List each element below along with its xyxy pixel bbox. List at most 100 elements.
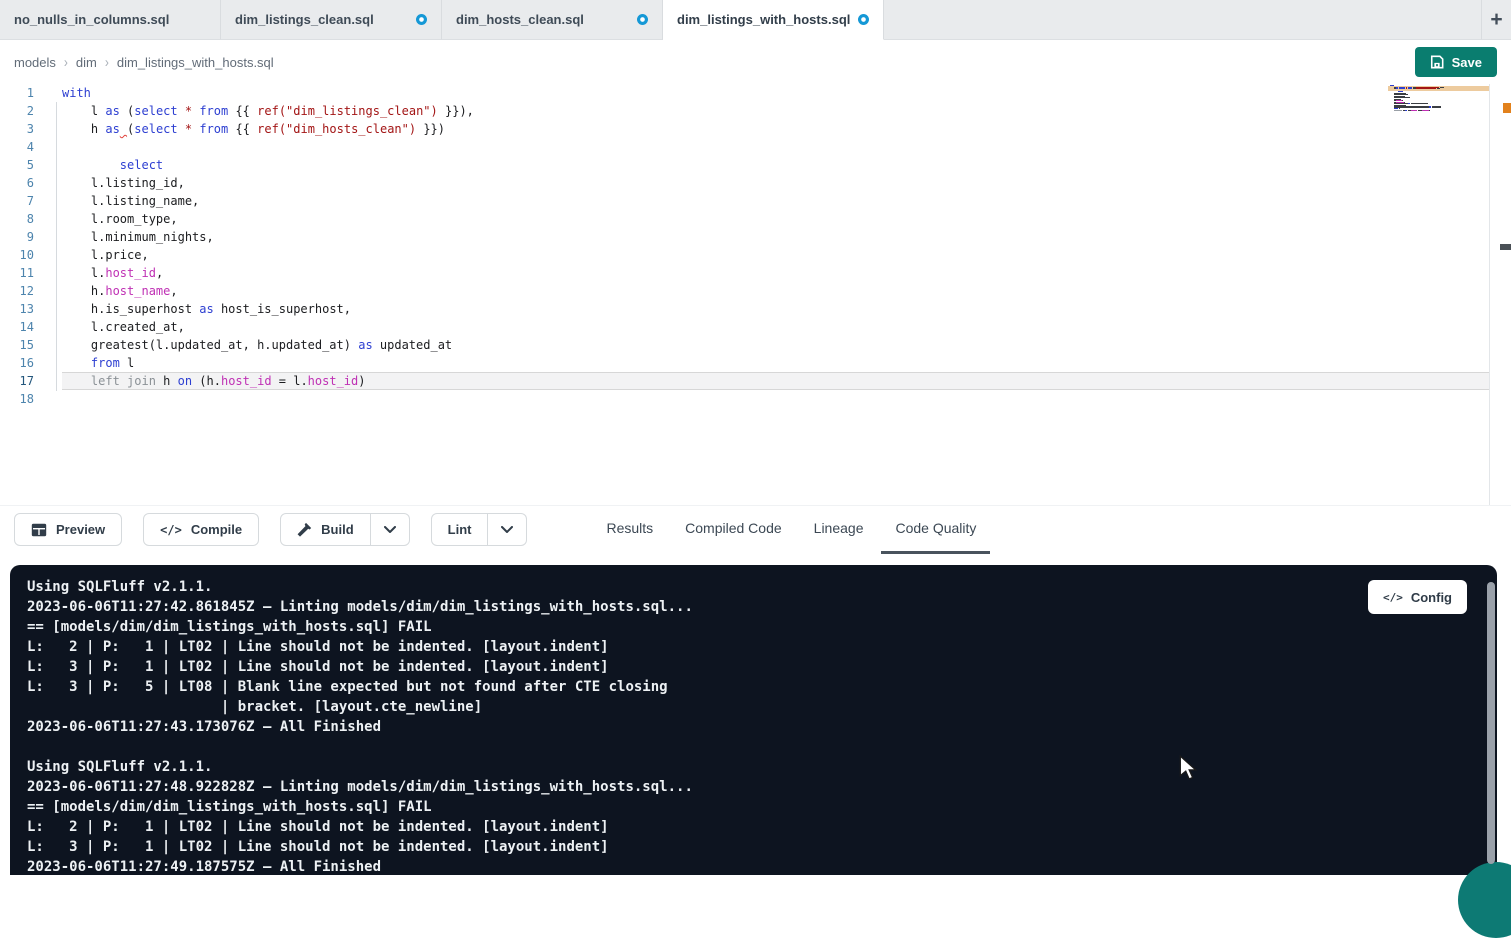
code-text: left join h on (h.host_id = l.host_id) [62,372,1489,390]
tab-dim_hosts_clean.sql[interactable]: dim_hosts_clean.sql [442,0,663,40]
build-dropdown-button[interactable] [371,513,410,546]
code-text: h.host_name, [62,282,1489,300]
line-number: 6 [0,174,34,192]
line-number: 13 [0,300,34,318]
code-line-4[interactable]: 4 [0,138,1511,156]
panel-tab-results[interactable]: Results [592,506,667,554]
new-tab-button[interactable]: + [1481,0,1511,40]
code-text: l.price, [62,246,1489,264]
lint-warning-marker-icon [1503,103,1511,113]
line-number: 9 [0,228,34,246]
panel-tab-lineage[interactable]: Lineage [800,506,878,554]
lint-button[interactable]: Lint [431,513,489,546]
code-line-16[interactable]: 16 from l [0,354,1511,372]
code-line-6[interactable]: 6 l.listing_id, [0,174,1511,192]
tab-dim_listings_clean.sql[interactable]: dim_listings_clean.sql [221,0,442,40]
code-lines: 1with2 l as (select * from {{ ref("dim_l… [0,84,1511,408]
code-text: l as (select * from {{ ref("dim_listings… [62,102,1489,120]
code-text: greatest(l.updated_at, h.updated_at) as … [62,336,1489,354]
code-line-8[interactable]: 8 l.room_type, [0,210,1511,228]
breadcrumb: models › dim › dim_listings_with_hosts.sql [14,55,274,70]
terminal-line: L: 2 | P: 1 | LT02 | Line should not be … [27,817,1497,837]
terminal-line: | bracket. [layout.cte_newline] [27,697,1497,717]
terminal-output: Using SQLFluff v2.1.1. 2023-06-06T11:27:4… [10,565,1497,875]
tab-bar: no_nulls_in_columns.sql dim_listings_clea… [0,0,1511,40]
breadcrumb-item: dim [76,55,97,70]
chevron-right-icon: › [105,53,109,71]
chevron-right-icon: › [64,53,68,71]
preview-button[interactable]: Preview [14,513,122,546]
line-number: 4 [0,138,34,156]
terminal-scrollbar-thumb[interactable] [1487,582,1495,864]
code-editor[interactable]: 1with2 l as (select * from {{ ref("dim_l… [0,84,1511,505]
tab-dim_listings_with_hosts.sql[interactable]: dim_listings_with_hosts.sql [663,0,884,40]
code-line-7[interactable]: 7 l.listing_name, [0,192,1511,210]
save-button[interactable]: Save [1415,47,1497,77]
code-text: l.room_type, [62,210,1489,228]
code-line-3[interactable]: 3 h as (select * from {{ ref("dim_hosts_… [0,120,1511,138]
compile-button[interactable]: </> Compile [143,513,259,546]
code-line-13[interactable]: 13 h.is_superhost as host_is_superhost, [0,300,1511,318]
line-number: 11 [0,264,34,282]
lint-dropdown-button[interactable] [488,513,527,546]
line-number: 14 [0,318,34,336]
code-line-11[interactable]: 11 l.host_id, [0,264,1511,282]
breadcrumb-item: models [14,55,56,70]
build-button[interactable]: Build [280,513,371,546]
terminal-line: Using SQLFluff v2.1.1. [27,757,1497,777]
chevron-down-icon [384,526,396,533]
code-text: h as (select * from {{ ref("dim_hosts_cl… [62,120,1489,138]
code-icon: </> [1383,591,1403,604]
config-button[interactable]: </> Config [1368,580,1467,614]
compile-button-label: Compile [191,522,242,537]
code-line-15[interactable]: 15 greatest(l.updated_at, h.updated_at) … [0,336,1511,354]
code-text: l.created_at, [62,318,1489,336]
config-button-label: Config [1411,590,1452,605]
code-line-1[interactable]: 1with [0,84,1511,102]
tab-label: dim_listings_clean.sql [235,12,374,27]
tab-bar-spacer [884,0,1481,40]
terminal-lines: Using SQLFluff v2.1.1. 2023-06-06T11:27:4… [27,577,1497,877]
terminal-line: L: 3 | P: 1 | LT02 | Line should not be … [27,657,1497,677]
save-icon [1430,55,1444,69]
code-line-17[interactable]: 17 left join h on (h.host_id = l.host_id… [0,372,1511,390]
code-text: l.minimum_nights, [62,228,1489,246]
terminal-line: 2023-06-06T11:27:42.861845Z — Linting mo… [27,597,1497,617]
code-line-10[interactable]: 10 l.price, [0,246,1511,264]
line-number: 12 [0,282,34,300]
terminal-line: 2023-06-06T11:27:49.187575Z — All Finish… [27,857,1497,877]
line-number: 16 [0,354,34,372]
breadcrumb-item: dim_listings_with_hosts.sql [117,55,274,70]
code-text: l.listing_id, [62,174,1489,192]
panel-tab-compiled-code[interactable]: Compiled Code [671,506,796,554]
terminal-line: L: 3 | P: 5 | LT08 | Blank line expected… [27,677,1497,697]
code-text [62,138,1489,156]
editor-scrollbar-thumb[interactable] [1500,244,1511,250]
line-number: 10 [0,246,34,264]
code-line-5[interactable]: 5 select [0,156,1511,174]
chevron-down-icon [501,526,513,533]
terminal-line: == [models/dim/dim_listings_with_hosts.s… [27,797,1497,817]
line-number: 18 [0,390,34,408]
code-line-12[interactable]: 12 h.host_name, [0,282,1511,300]
editor-scroll-track [1489,84,1490,505]
code-line-9[interactable]: 9 l.minimum_nights, [0,228,1511,246]
preview-button-label: Preview [56,522,105,537]
unsaved-changes-dot-icon [637,14,648,25]
panel-tab-code-quality[interactable]: Code Quality [881,506,990,554]
code-line-14[interactable]: 14 l.created_at, [0,318,1511,336]
line-number: 5 [0,156,34,174]
code-text: l.listing_name, [62,192,1489,210]
line-number: 3 [0,120,34,138]
action-toolbar: Preview </> Compile Build Lint [0,505,1511,553]
path-bar: models › dim › dim_listings_with_hosts.sql S… [0,40,1511,84]
unsaved-changes-dot-icon [858,14,869,25]
terminal-line: 2023-06-06T11:27:43.173076Z — All Finish… [27,717,1497,737]
minimap[interactable] [1390,85,1460,113]
unsaved-changes-dot-icon [416,14,427,25]
code-line-2[interactable]: 2 l as (select * from {{ ref("dim_listin… [0,102,1511,120]
terminal-line: == [models/dim/dim_listings_with_hosts.s… [27,617,1497,637]
tab-no_nulls_in_columns.sql[interactable]: no_nulls_in_columns.sql [0,0,221,40]
terminal-line: L: 2 | P: 1 | LT02 | Line should not be … [27,637,1497,657]
code-line-18[interactable]: 18 [0,390,1511,408]
